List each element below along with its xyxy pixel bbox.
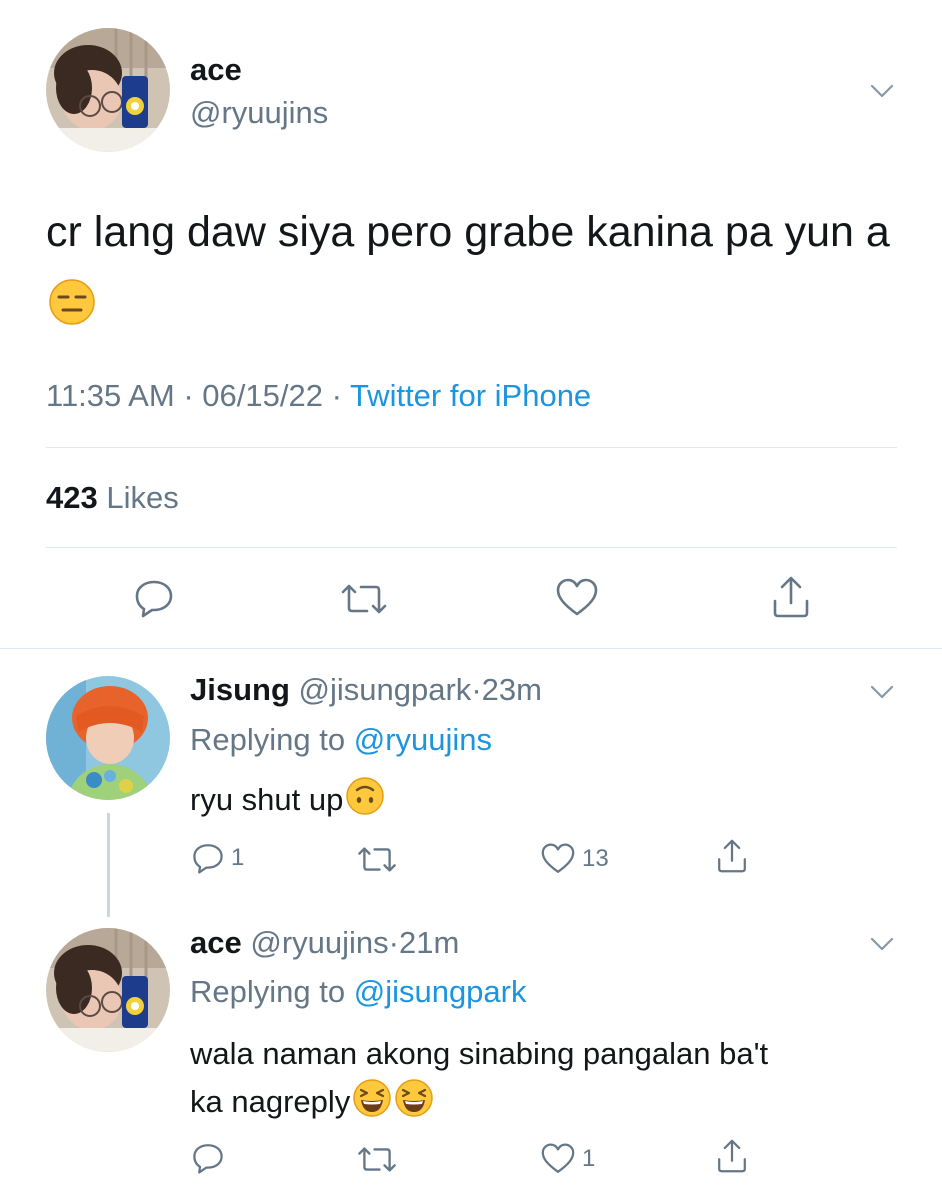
user-handle[interactable]: @jisungpark [299, 672, 472, 707]
likes-count: 423 [46, 480, 98, 515]
like-button[interactable]: 1 [540, 1143, 595, 1175]
retweet-button[interactable] [356, 845, 404, 874]
reply-icon [193, 1144, 223, 1174]
upside-down-face-icon [345, 776, 385, 816]
reply-button[interactable] [133, 578, 175, 618]
expressionless-face-icon [48, 278, 96, 326]
separator: · [471, 672, 482, 707]
likes-summary[interactable]: 423 Likes [46, 480, 179, 516]
replying-to: Replying to @ryuujins [190, 722, 492, 758]
retweet-icon [358, 1147, 396, 1172]
reply-text-content: ryu shut up [190, 782, 344, 817]
user-name[interactable]: ace [190, 52, 242, 88]
like-button[interactable]: 13 [540, 843, 609, 875]
reply-count: 1 [231, 844, 245, 871]
like-button[interactable] [555, 578, 599, 618]
retweet-icon [358, 847, 396, 872]
divider [0, 648, 942, 649]
tweet-text-content: cr lang daw siya pero grabe kanina pa yu… [46, 208, 890, 256]
replying-to-link[interactable]: @jisungpark [354, 974, 527, 1009]
reply-header: ace @ryuujins·21m [190, 925, 459, 961]
user-handle[interactable]: @ryuujins [250, 925, 388, 960]
tweet-text: cr lang daw siya pero grabe kanina pa yu… [46, 196, 906, 340]
likes-label: Likes [106, 480, 179, 515]
reply-icon [193, 844, 223, 874]
reply-button[interactable]: 1 [191, 842, 244, 874]
reply-text: wala naman akong sinabing pangalan ba't … [190, 1030, 910, 1126]
user-handle[interactable]: @ryuujins [190, 95, 328, 131]
avatar[interactable] [46, 28, 170, 152]
heart-icon [556, 578, 598, 616]
grinning-squinting-face-icon [352, 1078, 392, 1118]
avatar[interactable] [46, 928, 170, 1052]
replying-to-label: Replying to [190, 974, 346, 1009]
tweet-source-link[interactable]: Twitter for iPhone [350, 378, 591, 413]
user-name[interactable]: Jisung [190, 672, 290, 707]
share-icon [718, 1139, 746, 1173]
reply-icon [135, 580, 173, 618]
retweet-icon [341, 584, 387, 614]
share-icon [773, 576, 809, 618]
reply-header: Jisung @jisungpark·23m [190, 672, 542, 708]
share-button[interactable] [716, 1138, 748, 1174]
reply-age: 21m [398, 925, 460, 960]
like-count: 13 [582, 845, 609, 872]
reply-text-line: ka nagreply [190, 1078, 910, 1126]
heart-icon [541, 1143, 575, 1173]
tweet-meta: 11:35 AM · 06/15/22 · Twitter for iPhone [46, 378, 591, 414]
share-button[interactable] [716, 838, 748, 874]
replying-to-link[interactable]: @ryuujins [354, 722, 492, 757]
separator: · [183, 378, 194, 413]
reply-text-line: wala naman akong sinabing pangalan ba't [190, 1036, 769, 1071]
separator: · [388, 925, 399, 960]
thread-connector [107, 813, 110, 917]
user-name[interactable]: ace [190, 925, 242, 960]
like-count: 1 [582, 1145, 596, 1172]
tweet-time: 11:35 AM [46, 378, 175, 413]
heart-icon [541, 843, 575, 873]
replying-to-label: Replying to [190, 722, 346, 757]
reply-age: 23m [481, 672, 542, 707]
share-button[interactable] [771, 575, 811, 619]
chevron-down-icon[interactable] [868, 678, 896, 706]
divider [46, 547, 897, 548]
reply-text-content: ka nagreply [190, 1084, 351, 1120]
separator: · [331, 378, 342, 413]
chevron-down-icon[interactable] [868, 930, 896, 958]
replying-to: Replying to @jisungpark [190, 974, 527, 1010]
reply-button[interactable] [191, 1142, 231, 1174]
divider [46, 447, 897, 448]
chevron-down-icon[interactable] [868, 77, 896, 105]
grinning-squinting-face-icon [394, 1078, 434, 1118]
share-icon [718, 839, 746, 873]
retweet-button[interactable] [339, 582, 389, 616]
tweet-date: 06/15/22 [202, 378, 323, 413]
reply-text: ryu shut up [190, 776, 910, 824]
avatar[interactable] [46, 676, 170, 800]
retweet-button[interactable] [356, 1145, 404, 1174]
